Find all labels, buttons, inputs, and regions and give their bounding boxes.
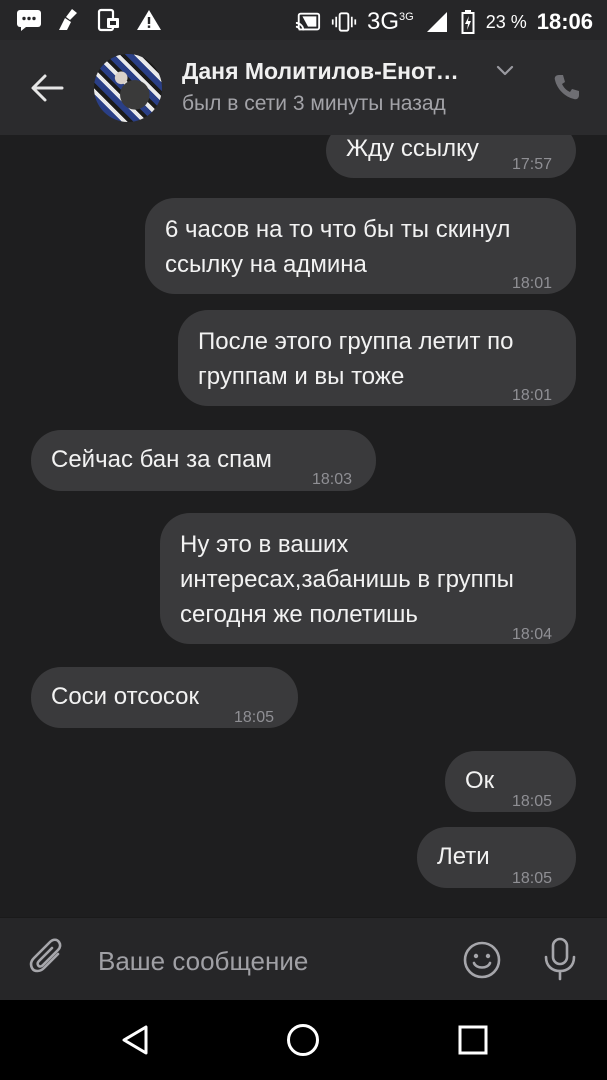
cast-icon: [295, 10, 321, 34]
android-nav-bar: [0, 1000, 607, 1080]
message-time: 18:03: [312, 471, 353, 488]
emoji-icon: [462, 941, 502, 984]
call-button[interactable]: [552, 72, 582, 102]
attach-button[interactable]: [28, 936, 68, 980]
phone-icon: [552, 75, 582, 106]
battery-icon: [460, 10, 476, 34]
message-time: 17:57: [512, 156, 553, 173]
contact-status: был в сети 3 минуты назад: [182, 92, 446, 115]
vk-message-icon: [16, 8, 42, 32]
avatar[interactable]: [94, 54, 162, 122]
message-bubble-out[interactable]: Жду ссылку 17:57: [326, 135, 576, 178]
contact-name[interactable]: Даня Молитилов-Енот…: [182, 58, 459, 85]
message-time: 18:01: [512, 387, 553, 404]
message-text: Сейчас бан за спам: [51, 446, 272, 473]
warning-icon: [136, 8, 162, 32]
message-time: 18:05: [512, 793, 553, 810]
message-time: 18:05: [234, 709, 275, 726]
nav-back-button[interactable]: [118, 1022, 154, 1058]
message-bubble-in[interactable]: Соси отсосок 18:05: [31, 667, 298, 728]
message-bubble-out[interactable]: Ну это в ваших интересах,забанишь в груп…: [160, 513, 576, 644]
nav-home-button[interactable]: [285, 1022, 321, 1058]
status-bar: 3G3G 23 % 18:06: [0, 0, 607, 40]
recents-square-icon: [455, 1025, 491, 1062]
message-text: После этого группа летит по группам и вы…: [198, 328, 514, 390]
message-bubble-out[interactable]: 6 часов на то что бы ты скинул ссылку на…: [145, 198, 576, 294]
vibrate-icon: [331, 10, 357, 34]
message-time: 18:05: [512, 870, 553, 887]
battery-percent: 23 %: [485, 11, 527, 32]
system-icons: 3G3G 23 % 18:06: [295, 8, 593, 36]
chat-header: Даня Молитилов-Енот… был в сети 3 минуты…: [0, 40, 607, 135]
network-type: 3G3G: [366, 8, 414, 35]
home-circle-icon: [285, 1024, 321, 1062]
message-text: 6 часов на то что бы ты скинул ссылку на…: [165, 216, 511, 278]
microphone-icon: [542, 937, 578, 986]
message-bubble-in[interactable]: Сейчас бан за спам 18:03: [31, 430, 376, 491]
notification-icons: [16, 8, 162, 32]
back-button[interactable]: [28, 70, 68, 106]
signal-icon: [424, 10, 450, 34]
cleaner-icon: [56, 8, 82, 32]
chevron-down-icon[interactable]: [496, 64, 514, 78]
emoji-button[interactable]: [462, 940, 502, 980]
back-arrow-icon: [28, 74, 68, 110]
message-bubble-out[interactable]: Ок 18:05: [445, 751, 576, 812]
message-text: Ну это в ваших интересах,забанишь в груп…: [180, 531, 514, 628]
paperclip-icon: [28, 938, 68, 984]
message-bubble-out[interactable]: После этого группа летит по группам и вы…: [178, 310, 576, 406]
composer: [0, 917, 607, 1001]
device-manager-icon: [96, 8, 122, 32]
message-input[interactable]: [96, 938, 440, 984]
back-triangle-icon: [118, 1025, 154, 1062]
message-time: 18:04: [512, 626, 553, 643]
clock: 18:06: [536, 9, 593, 34]
voice-message-button[interactable]: [542, 936, 578, 982]
message-time: 18:01: [512, 275, 553, 292]
nav-recents-button[interactable]: [455, 1022, 491, 1058]
message-bubble-out[interactable]: Лети 18:05: [417, 827, 576, 888]
message-list[interactable]: Жду ссылку 17:57 6 часов на то что бы ты…: [0, 135, 607, 917]
